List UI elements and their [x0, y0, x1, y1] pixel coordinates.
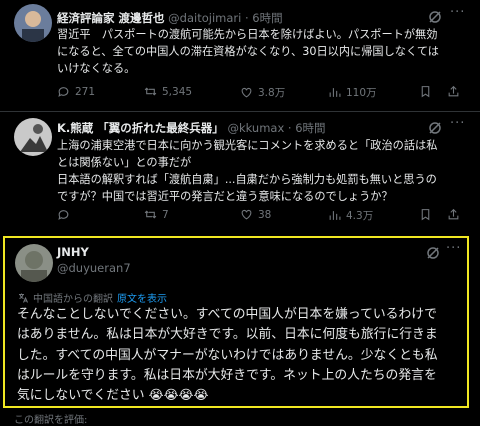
tweet-text: 上海の浦東空港で日本に向かう観光客にコメントを求めると「政治の話は私 とは関係な… [57, 137, 477, 205]
translation-label: 中国語からの翻訳 [33, 294, 113, 305]
retweet-button[interactable]: 7 [144, 208, 169, 221]
tweet-header: JNHY [57, 245, 89, 259]
text-line: 気にしないでください 😭😭😭😭 [17, 388, 209, 404]
action-bar: 7 38 4.3万 [57, 208, 477, 224]
share-button[interactable] [447, 85, 460, 98]
bookmark-icon [421, 209, 430, 221]
like-button[interactable]: 3.8万 [240, 85, 285, 100]
more-icon[interactable]: ··· [450, 116, 465, 131]
translation-notice: 中国語からの翻訳 原文を表示 [17, 290, 167, 305]
action-bar: 271 5,345 3.8万 110万 [57, 85, 477, 101]
avatar[interactable] [15, 244, 53, 282]
avatar[interactable] [14, 4, 52, 42]
views-button[interactable]: 110万 [328, 85, 377, 100]
share-icon [448, 85, 459, 97]
tweet-text: 習近平 パスポートの渡航可能先から日本を除けばよい。パスポートが無効 になると、… [57, 26, 477, 77]
text-line: 上海の浦東空港で日本に向かう観光客にコメントを求めると「政治の話は私 [57, 139, 438, 152]
like-button[interactable]: 38 [240, 208, 271, 221]
retweet-count: 5,345 [162, 85, 193, 98]
grok-icon[interactable] [426, 245, 440, 259]
reply-button[interactable] [57, 208, 75, 221]
tweet-header: K.熊蔵 「翼の折れた最終兵器」 @kkumax · 6時間 [57, 120, 326, 136]
text-line: はルールを守ります。私は日本が大好きです。ネット上の人たちの発言を [17, 367, 437, 383]
text-line: 習近平 パスポートの渡航可能先から日本を除けばよい。パスポートが無効 [57, 28, 438, 41]
timestamp[interactable]: · 6時間 [245, 11, 283, 25]
reply-button[interactable]: 271 [57, 85, 95, 98]
reply-icon [58, 87, 69, 97]
bookmark-icon [421, 86, 430, 98]
like-icon [241, 87, 252, 98]
grok-icon[interactable] [428, 120, 442, 134]
timestamp[interactable]: · 6時間 [288, 121, 326, 135]
bookmark-button[interactable] [419, 85, 432, 98]
author-handle[interactable]: @kkumax [227, 121, 284, 135]
author-handle[interactable]: @daitojimari [168, 11, 241, 25]
avatar[interactable] [14, 118, 52, 156]
more-icon[interactable]: ··· [446, 241, 461, 256]
retweet-count: 7 [162, 208, 169, 221]
text-line: 日本語の解釈すれば「渡航自粛」...自粛だから強制力も処罰も無いと思うの [57, 173, 437, 186]
views-icon [329, 88, 341, 97]
text-line: ですが？中国では習近平の発言だと違う意味になるのでしょうか？ [57, 190, 393, 203]
translate-icon [19, 293, 28, 303]
view-count: 110万 [346, 87, 377, 99]
author-name[interactable]: 経済評論家 渡邊哲也 [57, 11, 165, 25]
views-icon [329, 211, 341, 220]
tweet-text: そんなことしないでください。すべての中国人が日本を嫌っているわけで はありません… [17, 305, 469, 406]
retweet-icon [144, 87, 157, 96]
text-line: した。すべての中国人がマナーがないわけではありません。少なくとも私 [17, 347, 438, 363]
handle-line: @duyueran7 [57, 261, 131, 275]
view-count: 4.3万 [346, 210, 374, 222]
reply-icon [58, 210, 69, 220]
like-icon [241, 209, 252, 220]
author-handle[interactable]: @duyueran7 [57, 261, 131, 275]
like-count: 38 [258, 208, 272, 221]
show-original-link[interactable]: 原文を表示 [117, 290, 167, 305]
text-line: はありません。私は日本が大好きです。以前、日本に何度も旅行に行きま [17, 327, 438, 343]
more-icon[interactable]: ··· [450, 5, 465, 20]
bookmark-button[interactable] [419, 208, 432, 221]
text-line: そんなことしないでください。すべての中国人が日本を嫌っているわけで [17, 307, 437, 322]
tweet-1[interactable]: 経済評論家 渡邊哲也 @daitojimari · 6時間 ··· 習近平 パス… [0, 0, 480, 110]
author-name[interactable]: K.熊蔵 「翼の折れた最終兵器」 [57, 121, 224, 135]
text-line: とは関係ない」との事だが [57, 156, 192, 169]
tweet-header: 経済評論家 渡邊哲也 @daitojimari · 6時間 [57, 10, 283, 26]
grok-icon[interactable] [428, 9, 442, 23]
tweet-2[interactable]: K.熊蔵 「翼の折れた最終兵器」 @kkumax · 6時間 ··· 上海の浦東… [0, 112, 480, 234]
retweet-button[interactable]: 5,345 [144, 85, 192, 98]
author-name[interactable]: JNHY [57, 245, 89, 259]
text-line: になると、全ての中国人の滞在資格がなくなり、30日以内に帰国しなくては [57, 45, 439, 58]
text-line: いけなくなる。 [57, 62, 136, 75]
tweet-3-highlighted[interactable]: JNHY @duyueran7 ··· 中国語からの翻訳 原文を表示 そんなこと… [3, 236, 469, 408]
retweet-icon [144, 210, 157, 219]
like-count: 3.8万 [258, 87, 286, 99]
rate-translation[interactable]: この翻訳を評価: [14, 411, 87, 426]
reply-count: 271 [75, 85, 96, 98]
share-button[interactable] [447, 208, 460, 221]
views-button[interactable]: 4.3万 [328, 208, 373, 223]
share-icon [448, 208, 459, 220]
